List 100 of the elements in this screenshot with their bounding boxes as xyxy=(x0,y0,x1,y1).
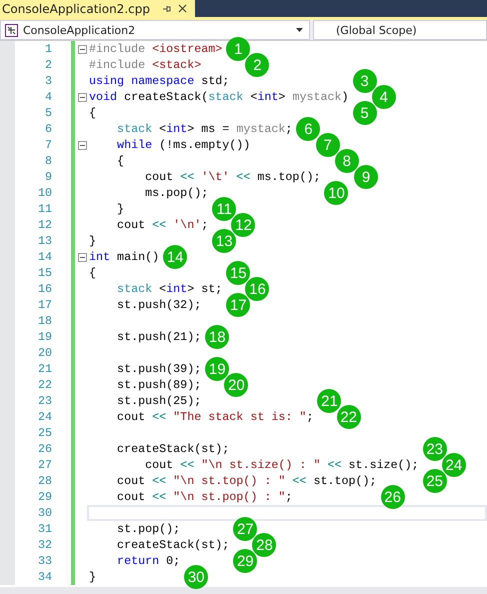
code-line: cout << "The stack st is: "; xyxy=(116,409,314,425)
number-badge: 27 xyxy=(233,517,258,541)
file-tab[interactable]: ConsoleApplication2.cpp xyxy=(0,0,195,17)
code-line: stack <int> ms = mystack; xyxy=(116,121,292,137)
number-badge: 13 xyxy=(212,229,236,253)
code-line: using namespace std; xyxy=(89,73,230,89)
number-badge: 17 xyxy=(226,293,250,317)
code-line: stack <int> st; xyxy=(116,281,222,297)
code-line: { xyxy=(89,105,96,121)
close-icon[interactable] xyxy=(178,4,187,13)
line-number: 23 xyxy=(38,393,52,409)
line-number: 3 xyxy=(44,73,52,89)
line-number: 29 xyxy=(38,489,52,505)
number-badge: 19 xyxy=(205,357,230,381)
line-number: 6 xyxy=(44,121,52,137)
line-number: 14 xyxy=(38,249,52,265)
code-line: st.pop(); xyxy=(116,521,180,537)
number-badge: 8 xyxy=(334,149,359,173)
code-line: cout << "\n st.size() : " << st.size(); xyxy=(144,457,419,473)
number-badge: 28 xyxy=(252,533,276,557)
code-line: #include <iostream> xyxy=(89,41,222,57)
number-badge: 2 xyxy=(245,53,270,77)
code-line: st.push(39); xyxy=(116,361,202,377)
collapse-icon[interactable] xyxy=(78,252,86,262)
line-number: 32 xyxy=(38,537,52,553)
line-number: 4 xyxy=(44,89,52,105)
number-badge: 20 xyxy=(224,373,248,397)
code-line: st.push(89); xyxy=(116,377,202,393)
number-badge: 23 xyxy=(422,437,447,461)
code-line: while (!ms.empty()) xyxy=(116,137,250,153)
code-line: st.push(21); xyxy=(116,329,202,345)
code-line: cout << "\n st.top() : " << st.top(); xyxy=(116,473,377,489)
line-number: 33 xyxy=(38,553,52,569)
code-line: void createStack(stack <int> mystack) xyxy=(89,89,349,105)
line-number: 20 xyxy=(38,345,52,361)
scope-dropdown[interactable]: (Global Scope) xyxy=(313,20,487,40)
code-line: st.push(32); xyxy=(116,297,202,313)
line-number: 34 xyxy=(38,569,52,585)
code-line: createStack(st); xyxy=(116,441,230,457)
line-number: 13 xyxy=(38,233,52,249)
code-line: cout << "\n st.pop() : "; xyxy=(116,489,292,505)
line-number: 7 xyxy=(44,137,52,153)
number-badge: 22 xyxy=(336,405,361,429)
code-line: return 0; xyxy=(116,553,180,569)
number-badge: 1 xyxy=(226,37,250,61)
line-number: 11 xyxy=(38,201,52,217)
pin-icon[interactable] xyxy=(162,4,172,14)
number-badge: 29 xyxy=(233,549,258,573)
number-badge: 11 xyxy=(212,197,236,221)
code-line: int main() xyxy=(89,249,160,265)
number-badge: 21 xyxy=(317,389,342,413)
caret-icon xyxy=(296,28,303,32)
number-badge: 3 xyxy=(352,69,377,93)
line-number: 8 xyxy=(44,153,52,169)
line-number: 31 xyxy=(38,521,52,537)
collapse-icon[interactable] xyxy=(78,44,86,54)
number-badge: 26 xyxy=(380,485,405,509)
code-line: st.push(25); xyxy=(116,393,202,409)
number-badge: 6 xyxy=(296,117,320,141)
line-number: 9 xyxy=(44,169,52,185)
code-line: createStack(st); xyxy=(116,537,230,553)
code-line: } xyxy=(89,233,96,249)
number-badge: 4 xyxy=(372,85,396,109)
code-line: } xyxy=(89,569,96,585)
line-number: 28 xyxy=(38,473,52,489)
number-badge: 12 xyxy=(231,213,256,237)
code-line: cout << '\n'; xyxy=(116,217,208,233)
line-number: 18 xyxy=(38,313,52,329)
code-line: ms.pop(); xyxy=(144,185,208,201)
horizontal-scrollbar[interactable] xyxy=(0,587,487,594)
number-badge: 9 xyxy=(354,165,378,189)
number-badge: 30 xyxy=(184,565,208,589)
line-number: 30 xyxy=(38,505,52,521)
number-badge: 14 xyxy=(163,245,188,269)
line-number: 19 xyxy=(38,329,52,345)
line-number: 17 xyxy=(38,297,52,313)
code-line: #include <stack> xyxy=(89,57,202,73)
code-line: { xyxy=(116,153,124,169)
line-number: 22 xyxy=(38,377,52,393)
line-number: 15 xyxy=(38,265,52,281)
collapse-icon[interactable] xyxy=(78,140,86,150)
line-number: 1 xyxy=(44,41,52,57)
code-line: cout << '\t' << ms.top(); xyxy=(144,169,320,185)
number-badge: 16 xyxy=(245,277,270,301)
line-number: 16 xyxy=(38,281,52,297)
line-number: 25 xyxy=(38,425,52,441)
line-number: 10 xyxy=(38,185,52,201)
number-badge: 5 xyxy=(352,101,377,125)
line-number: 12 xyxy=(38,217,52,233)
code-line: { xyxy=(89,265,96,281)
number-badge: 10 xyxy=(324,181,348,205)
number-badge: 15 xyxy=(226,261,250,285)
line-number: 24 xyxy=(38,409,52,425)
project-dropdown[interactable]: ConsoleApplication2 xyxy=(0,20,310,40)
project-icon xyxy=(5,24,18,36)
collapse-icon[interactable] xyxy=(78,92,86,102)
number-badge: 24 xyxy=(442,453,466,477)
line-number: 21 xyxy=(38,361,52,377)
line-number: 27 xyxy=(38,457,52,473)
line-number: 26 xyxy=(38,441,52,457)
